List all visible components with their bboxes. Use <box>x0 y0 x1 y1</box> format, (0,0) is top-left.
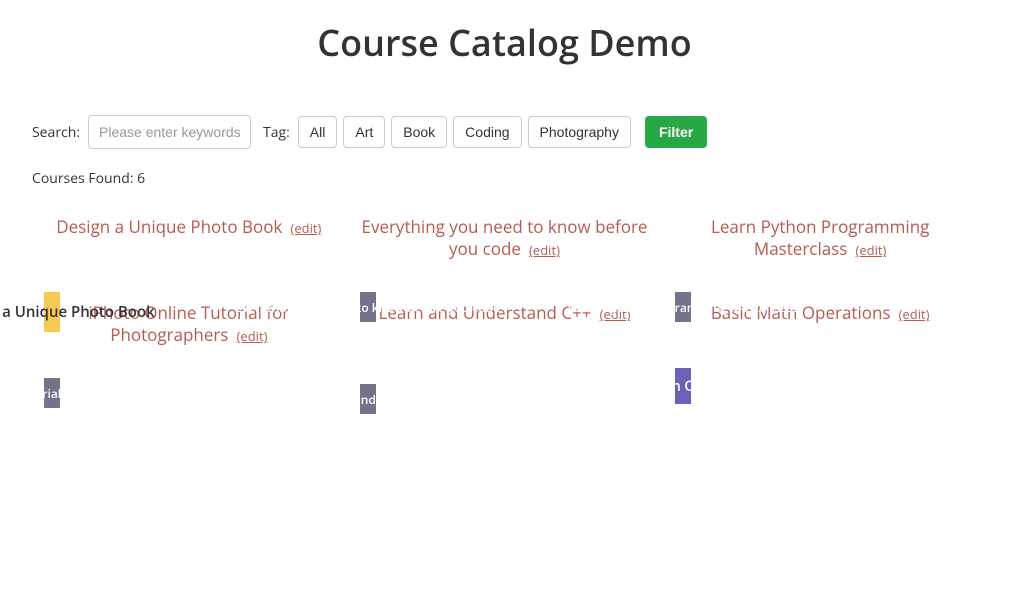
course-title-link[interactable]: Everything you need to know before you c… <box>362 215 648 260</box>
tag-book-button[interactable]: Book <box>391 116 447 148</box>
results-count-value: 6 <box>137 169 145 188</box>
tag-art-button[interactable]: Art <box>343 116 385 148</box>
course-card: Learn Python Programming Masterclass Lea… <box>675 202 965 260</box>
tag-photography-button[interactable]: Photography <box>528 116 631 148</box>
tag-label: Tag: <box>263 123 290 142</box>
tag-all-button[interactable]: All <box>298 116 338 148</box>
results-count-label: Courses Found: <box>32 169 137 188</box>
edit-link[interactable]: (edit) <box>856 241 887 259</box>
results-count: Courses Found: 6 <box>32 169 977 188</box>
edit-link[interactable]: (edit) <box>291 219 322 237</box>
course-title-link[interactable]: Learn Python Programming Masterclass <box>711 215 929 260</box>
course-card: Learn and Understand C++ Learn and Under… <box>360 288 650 346</box>
course-grid: Design a Unique Photo Book Design a Uniq… <box>32 202 977 346</box>
edit-link[interactable]: (edit) <box>899 305 930 323</box>
search-input[interactable] <box>88 115 251 149</box>
edit-link[interactable]: (edit) <box>529 241 560 259</box>
course-card: Everything you need to know before you c… <box>360 202 650 260</box>
page-title: Course Catalog Demo <box>32 18 977 67</box>
search-label: Search: <box>32 123 80 142</box>
course-title-link[interactable]: Design a Unique Photo Book <box>56 215 282 238</box>
filter-controls: Search: Tag: All Art Book Coding Photogr… <box>32 115 977 149</box>
tag-coding-button[interactable]: Coding <box>453 116 521 148</box>
course-card: Basic Math Operations Basic Math Operati… <box>675 288 965 346</box>
course-card: Design a Unique Photo Book Design a Uniq… <box>44 202 334 260</box>
edit-link[interactable]: (edit) <box>237 327 268 345</box>
filter-button[interactable]: Filter <box>645 116 707 148</box>
